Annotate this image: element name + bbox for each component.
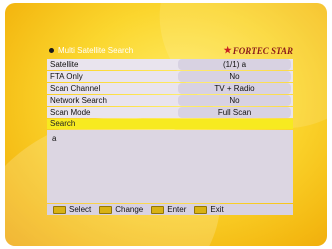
header-left: Multi Satellite Search: [45, 46, 133, 55]
key-icon: [151, 205, 165, 214]
brand-logo: ★ FORTEC STAR: [224, 45, 293, 56]
help-label: Change: [115, 205, 144, 214]
help-label: Enter: [167, 205, 187, 214]
setting-row-scan-mode[interactable]: Scan Mode Full Scan: [47, 107, 293, 118]
setting-label: Scan Mode: [50, 108, 91, 117]
key-icon: [53, 205, 66, 214]
setting-row-fta-only[interactable]: FTA Only No: [47, 71, 293, 82]
bullet-icon: [49, 48, 54, 53]
settings-list: Satellite (1/1) a FTA Only No Scan Chann…: [47, 59, 293, 119]
key-icon: [99, 205, 113, 214]
setting-value-selector[interactable]: No: [178, 71, 291, 82]
setting-row-network-search[interactable]: Network Search No: [47, 95, 293, 106]
help-exit: Exit: [194, 205, 224, 214]
setting-value-selector[interactable]: No: [178, 95, 291, 106]
help-change: Change: [99, 205, 143, 214]
setting-label: Scan Channel: [50, 84, 101, 93]
setting-label: FTA Only: [50, 72, 83, 81]
tv-screen: Multi Satellite Search ★ FORTEC STAR Sat…: [5, 3, 327, 246]
help-bar: Select Change Enter Exit: [47, 204, 293, 215]
setting-label: Satellite: [50, 60, 79, 69]
help-label: Exit: [210, 205, 224, 214]
setting-value-selector[interactable]: (1/1) a: [178, 59, 291, 70]
brand-name: FORTEC STAR: [232, 45, 293, 56]
search-button[interactable]: Search: [47, 119, 293, 129]
search-result-item: a: [52, 134, 57, 143]
help-label: Select: [69, 205, 92, 214]
setting-label: Network Search: [50, 96, 107, 105]
setting-row-satellite[interactable]: Satellite (1/1) a: [47, 59, 293, 70]
multi-satellite-search-panel: Multi Satellite Search ★ FORTEC STAR Sat…: [45, 43, 295, 215]
page-title: Multi Satellite Search: [58, 46, 134, 55]
panel-header: Multi Satellite Search ★ FORTEC STAR: [45, 43, 295, 58]
search-label: Search: [50, 119, 76, 128]
key-icon: [194, 205, 208, 214]
setting-value-selector[interactable]: Full Scan: [178, 107, 291, 118]
setting-row-scan-channel[interactable]: Scan Channel TV + Radio: [47, 83, 293, 94]
help-select: Select: [53, 205, 91, 214]
setting-value-selector[interactable]: TV + Radio: [178, 83, 291, 94]
search-results-area: a: [47, 130, 293, 203]
help-enter: Enter: [151, 205, 186, 214]
star-icon: ★: [223, 45, 232, 55]
